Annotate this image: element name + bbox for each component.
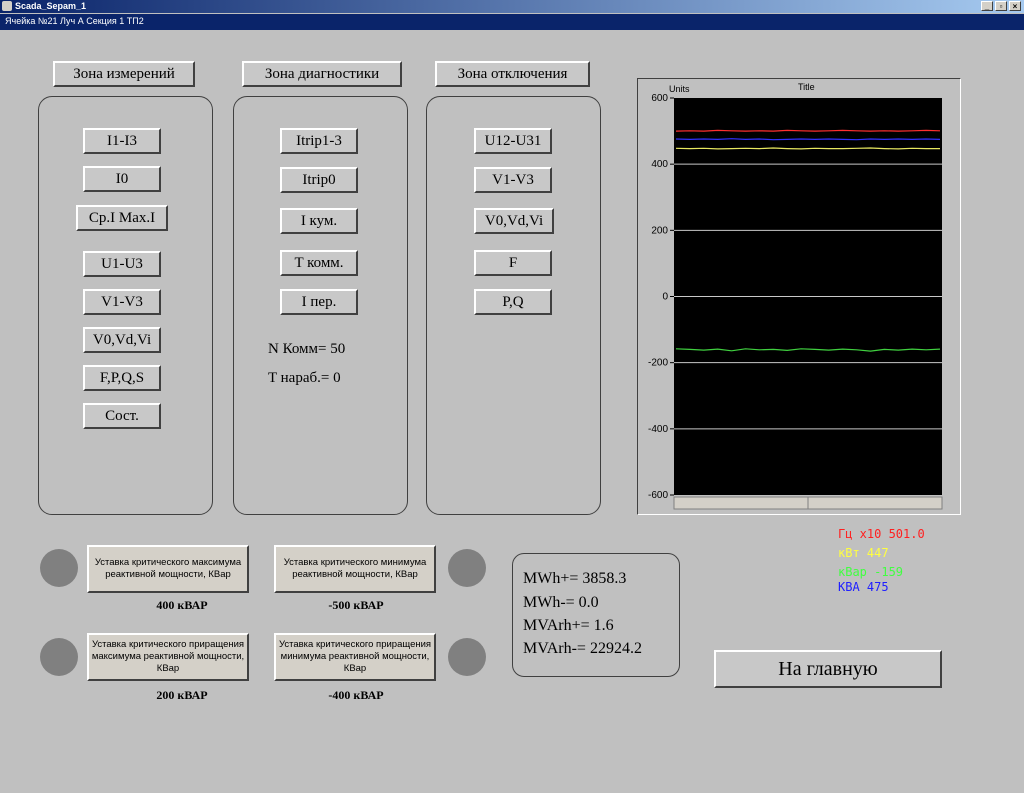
btn-f-p-q-s[interactable]: F,P,Q,S	[83, 365, 161, 391]
btn-i1-i3[interactable]: I1-I3	[83, 128, 161, 154]
y-tick-label: 600	[651, 93, 668, 104]
legend-kw: кВт 447	[838, 546, 889, 560]
max-reactive-setpoint-value: 400 кВАР	[156, 598, 208, 612]
close-button[interactable]: ×	[1009, 1, 1021, 11]
legend-kvar: кВар -159	[838, 565, 904, 579]
min-increment-indicator	[448, 638, 486, 676]
series-line	[675, 138, 941, 141]
home-button[interactable]: На главную	[714, 650, 942, 688]
min-reactive-indicator	[448, 549, 486, 587]
btn-avg-max-i[interactable]: Ср.I Max.I	[76, 205, 168, 231]
btn-u1-u3[interactable]: U1-U3	[83, 251, 161, 277]
btn-t-comm[interactable]: T комм.	[280, 250, 358, 276]
energy-counters-box: MWh+= 3858.3 MWh-= 0.0 MVArh+= 1.6 MVArh…	[512, 553, 680, 677]
setpoint-label: Уставка критического приращения максимум…	[91, 639, 245, 674]
measure-zone-title[interactable]: Зона измерений	[53, 61, 195, 87]
legend-kva: КВА 475	[838, 580, 889, 594]
btn-itrip1-3[interactable]: Itrip1-3	[280, 128, 358, 154]
btn-p-q[interactable]: P,Q	[474, 289, 552, 315]
btn-v1-v3[interactable]: V1-V3	[83, 289, 161, 315]
mvarh-minus: MVArh-= 22924.2	[523, 640, 642, 657]
y-tick-label: 200	[651, 225, 668, 236]
y-tick-label: -600	[648, 490, 668, 501]
max-increment-setpoint-value: 200 кВАР	[156, 688, 208, 702]
setpoint-label: Уставка критического минимума реактивной…	[283, 557, 427, 580]
min-increment-setpoint-button[interactable]: Уставка критического приращения минимума…	[274, 633, 436, 681]
btn-f[interactable]: F	[474, 250, 552, 276]
y-tick-label: 0	[662, 292, 668, 303]
max-reactive-indicator	[40, 549, 78, 587]
t-narab-readout: T нараб.= 0	[268, 370, 341, 386]
y-tick-label: -400	[648, 424, 668, 435]
setpoint-label: Уставка критического приращения минимума…	[278, 639, 432, 674]
btn-trip-v0-vd-vi[interactable]: V0,Vd,Vi	[474, 208, 554, 234]
min-reactive-setpoint-button[interactable]: Уставка критического минимума реактивной…	[274, 545, 436, 593]
window-title: Scada_Sepam_1	[15, 1, 87, 11]
min-reactive-setpoint-value: -500 кВАР	[328, 598, 384, 612]
btn-u12-u31[interactable]: U12-U31	[474, 128, 552, 154]
btn-trip-v1-v3[interactable]: V1-V3	[474, 167, 552, 193]
btn-i0[interactable]: I0	[83, 166, 161, 192]
app-icon	[2, 1, 12, 11]
max-increment-indicator	[40, 638, 78, 676]
btn-v0-vd-vi[interactable]: V0,Vd,Vi	[83, 327, 161, 353]
btn-i-per[interactable]: I пер.	[280, 289, 358, 315]
trip-zone-title[interactable]: Зона отключения	[435, 61, 590, 87]
chart-units-label: Units	[669, 84, 690, 94]
mvarh-plus: MVArh+= 1.6	[523, 617, 614, 634]
chart-title: Title	[798, 82, 815, 92]
maximize-button[interactable]: ▫	[995, 1, 1007, 11]
n-komm-readout: N Комм= 50	[268, 341, 346, 357]
min-increment-setpoint-value: -400 кВАР	[328, 688, 384, 702]
cell-caption-bar: Ячейка №21 Луч А Секция 1 ТП2	[0, 14, 1024, 30]
trend-chart-svg: Units Title 600 400 200 0 -200 -400 -600	[648, 82, 943, 510]
window-title-bar: Scada_Sepam_1 _ ▫ ×	[0, 0, 1024, 13]
mwh-plus: MWh+= 3858.3	[523, 570, 627, 587]
series-line	[675, 129, 941, 132]
diag-zone-title[interactable]: Зона диагностики	[242, 61, 402, 87]
setpoint-label: Уставка критического максимума реактивно…	[94, 557, 242, 580]
y-tick-label: -200	[648, 358, 668, 369]
btn-i-cum[interactable]: I кум.	[280, 208, 358, 234]
cell-caption: Ячейка №21 Луч А Секция 1 ТП2	[5, 16, 144, 26]
trend-chart: Units Title 600 400 200 0 -200 -400 -600	[637, 78, 961, 515]
max-reactive-setpoint-button[interactable]: Уставка критического максимума реактивно…	[87, 545, 249, 593]
btn-itrip0[interactable]: Itrip0	[280, 167, 358, 193]
minimize-button[interactable]: _	[981, 1, 993, 11]
max-increment-setpoint-button[interactable]: Уставка критического приращения максимум…	[87, 633, 249, 681]
btn-state[interactable]: Сост.	[83, 403, 161, 429]
y-tick-label: 400	[651, 159, 668, 170]
legend-hz: Гц x10 501.0	[838, 527, 925, 541]
mwh-minus: MWh-= 0.0	[523, 594, 599, 611]
